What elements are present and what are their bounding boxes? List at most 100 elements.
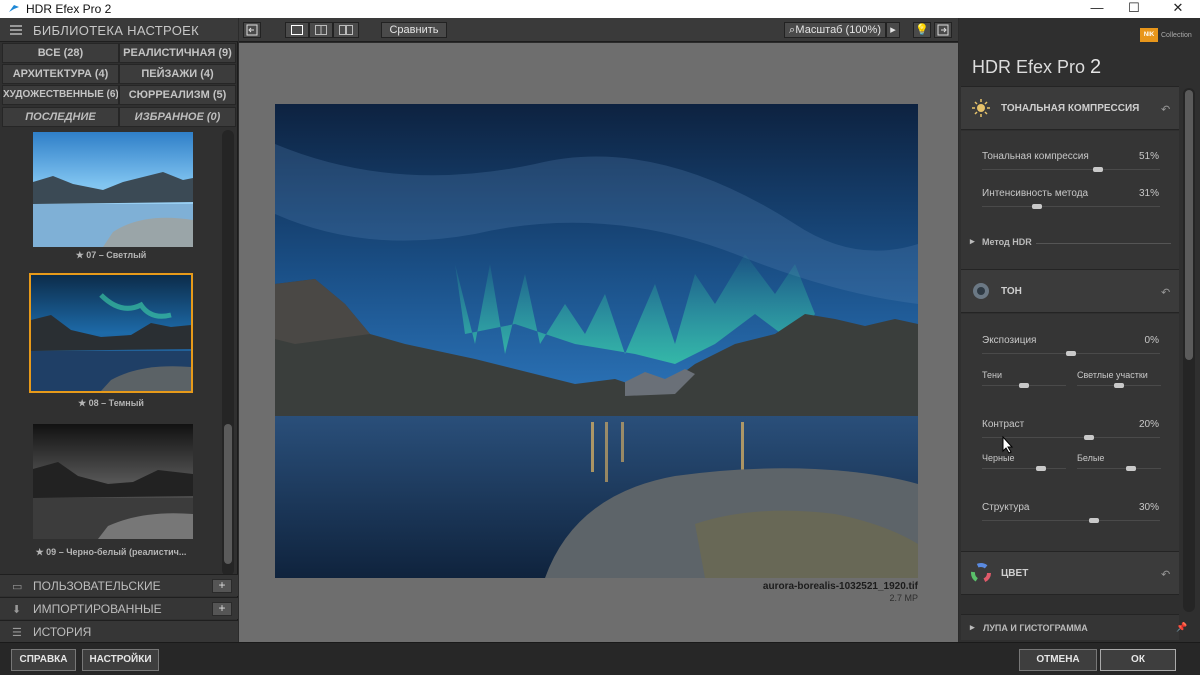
slider-value: 51% (1138, 151, 1159, 162)
magnifier-icon: ⌕ (789, 24, 796, 36)
tonal-compression-slider[interactable] (982, 169, 1160, 170)
product-version: 2 (1090, 56, 1102, 78)
history-icon: ☰ (12, 627, 22, 639)
reset-icon[interactable]: ↶ (1161, 286, 1170, 299)
settings-button[interactable]: НАСТРОЙКИ (82, 649, 159, 671)
import-preset-button[interactable]: + (212, 602, 232, 616)
bottom-bar: СПРАВКА НАСТРОЙКИ ОТМЕНА ОК (0, 642, 1200, 675)
menu-icon (10, 25, 22, 35)
image-canvas[interactable]: aurora-borealis-1032521_1920.tif 2.7 MP (239, 43, 958, 642)
tone-header[interactable]: ТОН ↶ (961, 269, 1179, 313)
hdr-method-toggle[interactable]: Метод HDR (982, 237, 1032, 247)
expand-arrow-icon[interactable]: ▸ (970, 236, 975, 247)
expand-arrow-icon: ▸ (970, 622, 975, 632)
scrollbar-thumb[interactable] (1185, 90, 1193, 360)
category-artistic[interactable]: ХУДОЖЕСТВЕННЫЕ (6) (2, 85, 119, 105)
pin-icon[interactable]: 📌 (1176, 622, 1187, 633)
split-view-button[interactable] (309, 22, 333, 38)
tonal-compression-header[interactable]: ТОНАЛЬНАЯ КОМПРЕССИЯ ↶ (961, 86, 1179, 130)
category-landscapes[interactable]: ПЕЙЗАЖИ (4) (119, 64, 236, 84)
tone-controls: Экспозиция 0% Тени Светлые участки Контр… (961, 314, 1179, 554)
history-section[interactable]: ☰ ИСТОРИЯ (0, 620, 238, 642)
image-size: 2.7 MP (889, 593, 918, 603)
section-label: ИМПОРТИРОВАННЫЕ (33, 602, 162, 616)
panel-toggle-icon (246, 24, 258, 36)
toggle-left-panel-button[interactable] (243, 22, 261, 38)
preset-preview-dark (31, 275, 191, 391)
color-header[interactable]: ЦВЕТ ↶ (961, 551, 1179, 595)
nik-collection-label: Collection (1161, 32, 1192, 39)
panel-scrollbar[interactable] (1183, 88, 1195, 612)
slider-label: Белые (1077, 453, 1105, 463)
preset-list: ★ 07 – Светлый ★ 08 – Темный ★ 09 – Черн… (0, 128, 238, 577)
library-header[interactable]: БИБЛИОТЕКА НАСТРОЕК (0, 18, 238, 42)
color-wheel-icon (971, 563, 991, 583)
bulb-icon: 💡 (915, 24, 929, 36)
blacks-slider[interactable] (982, 468, 1066, 469)
reset-icon[interactable]: ↶ (1161, 103, 1170, 116)
exposure-handle[interactable] (1066, 351, 1076, 356)
category-surrealism[interactable]: СЮРРЕАЛИЗМ (5) (119, 85, 236, 105)
sun-icon (972, 99, 990, 117)
zoom-dropdown[interactable]: ⌕ Масштаб (100%) (784, 22, 886, 38)
tonal-compression-handle[interactable] (1092, 167, 1103, 172)
title-bar: HDR Efex Pro 2 — ☐ ✕ (0, 0, 1200, 18)
slider-label: Тональная компрессия (982, 151, 1089, 162)
category-favorites[interactable]: ИЗБРАННОЕ (0) (119, 107, 236, 127)
contrast-handle[interactable] (1083, 435, 1094, 440)
preset-preview-bw (33, 424, 193, 539)
minimize-button[interactable]: — (1080, 0, 1114, 18)
section-title: ТОН (1001, 286, 1022, 297)
category-architecture[interactable]: АРХИТЕКТУРА (4) (2, 64, 119, 84)
ok-button[interactable]: ОК (1100, 649, 1176, 671)
split-view-icon (315, 25, 327, 35)
category-recent[interactable]: ПОСЛЕДНИЕ (2, 107, 119, 127)
help-button[interactable]: СПРАВКА (11, 649, 76, 671)
highlights-handle[interactable] (1114, 383, 1124, 388)
add-custom-preset-button[interactable]: + (212, 579, 232, 593)
blacks-handle[interactable] (1036, 466, 1046, 471)
toggle-right-panel-button[interactable] (934, 22, 952, 38)
maximize-button[interactable]: ☐ (1117, 0, 1151, 18)
slider-label: Черные (982, 453, 1015, 463)
mouse-cursor-icon (1002, 436, 1014, 454)
imported-presets-section[interactable]: ⬇ ИМПОРТИРОВАННЫЕ + (0, 597, 238, 619)
method-strength-slider[interactable] (982, 206, 1160, 207)
preset-preview-light (33, 132, 193, 247)
preset-thumbnail-bw[interactable] (31, 422, 193, 539)
library-title: БИБЛИОТЕКА НАСТРОЕК (33, 23, 199, 38)
close-button[interactable]: ✕ (1161, 0, 1195, 18)
scrollbar-thumb[interactable] (224, 424, 232, 564)
custom-presets-section[interactable]: ▭ ПОЛЬЗОВАТЕЛЬСКИЕ + (0, 574, 238, 596)
slider-label: Структура (982, 502, 1030, 513)
category-realistic[interactable]: РЕАЛИСТИЧНАЯ (9) (119, 43, 236, 63)
preset-caption: ★ 08 – Темный (78, 398, 144, 408)
category-all[interactable]: ВСЕ (28) (2, 43, 119, 63)
product-title: HDR Efex Pro 2 (972, 56, 1101, 79)
preset-scrollbar[interactable] (222, 130, 234, 576)
slider-value: 0% (1144, 335, 1159, 346)
side-by-side-icon (339, 25, 353, 35)
whites-handle[interactable] (1126, 466, 1136, 471)
shadows-handle[interactable] (1019, 383, 1029, 388)
preset-thumbnail-dark[interactable] (29, 273, 193, 393)
slider-value: 30% (1138, 502, 1159, 513)
aurora-photo-preview[interactable] (275, 104, 918, 578)
background-brightness-button[interactable]: 💡 (913, 22, 931, 38)
method-strength-handle[interactable] (1032, 204, 1043, 209)
structure-handle[interactable] (1089, 518, 1100, 523)
reset-icon[interactable]: ↶ (1161, 568, 1170, 581)
zoom-arrow-button[interactable]: ▸ (886, 22, 900, 38)
loupe-histogram-section[interactable]: ▸ ЛУПА И ГИСТОГРАММА 📌 (961, 614, 1187, 640)
hdr-efex-window: HDR Efex Pro 2 — ☐ ✕ БИБЛИОТЕКА НАСТРОЕК… (0, 0, 1200, 675)
preset-thumbnail-light[interactable] (31, 130, 193, 247)
slider-label: Экспозиция (982, 335, 1037, 346)
side-by-side-view-button[interactable] (333, 22, 359, 38)
whites-slider[interactable] (1077, 468, 1161, 469)
structure-slider[interactable] (982, 520, 1160, 521)
cancel-button[interactable]: ОТМЕНА (1019, 649, 1097, 671)
single-view-button[interactable] (285, 22, 309, 38)
compare-button[interactable]: Сравнить (381, 22, 447, 38)
app-logo-icon (9, 5, 19, 12)
view-toolbar: Сравнить ⌕ Масштаб (100%) ▸ 💡 (239, 18, 958, 42)
